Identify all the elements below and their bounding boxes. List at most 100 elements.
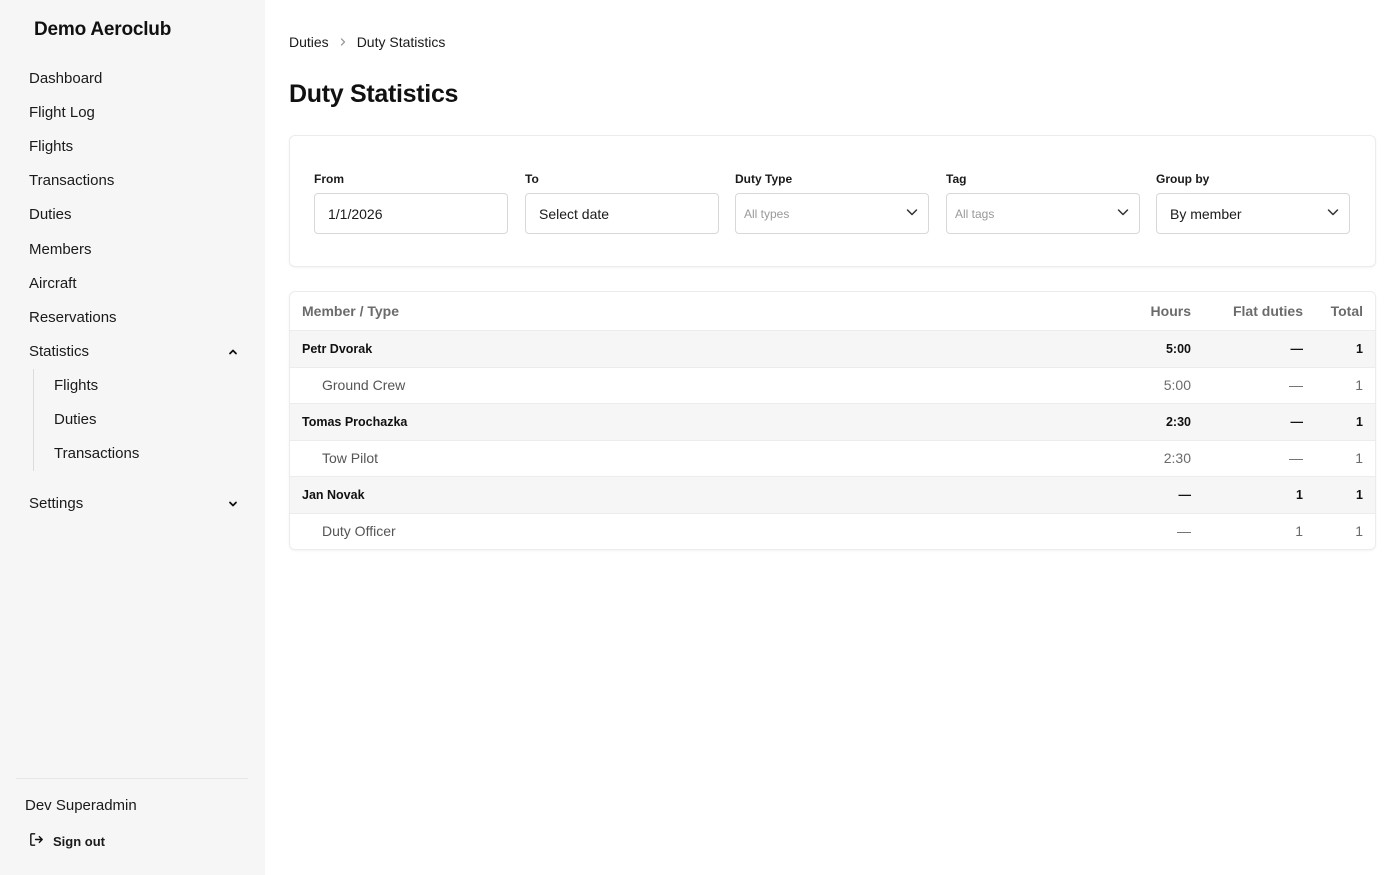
breadcrumb-duties-link[interactable]: Duties (289, 34, 329, 50)
cell-hours: — (1123, 475, 1203, 513)
sidebar-item-label: Reservations (29, 308, 117, 326)
table-row-duty-type: Ground Crew 5:00 — 1 (290, 366, 1375, 403)
sidebar-item-duties[interactable]: Duties (0, 198, 265, 232)
cell-flat-duties: — (1203, 439, 1315, 476)
chevron-down-icon (227, 498, 239, 510)
from-date-input[interactable] (314, 193, 508, 234)
sidebar-item-members[interactable]: Members (0, 232, 265, 266)
chevron-down-icon (905, 205, 919, 222)
sidebar-item-reservations[interactable]: Reservations (0, 300, 265, 334)
sidebar-subitem-flights[interactable]: Flights (34, 369, 265, 403)
cell-hours: 5:00 (1123, 366, 1203, 403)
tag-label: Tag (946, 172, 967, 186)
cell-total: 1 (1315, 402, 1375, 440)
sidebar-item-flight-log[interactable]: Flight Log (0, 95, 265, 129)
sidebar-item-label: Dashboard (29, 69, 103, 87)
from-field: From (314, 172, 508, 234)
from-date-value[interactable] (328, 205, 498, 222)
cell-total: 1 (1315, 475, 1375, 513)
brand-title: Demo Aeroclub (34, 19, 172, 40)
group-by-value: By member (1170, 205, 1242, 222)
sign-out-label: Sign out (53, 833, 105, 849)
sidebar-item-label: Settings (29, 495, 84, 513)
member-name: Jan Novak (290, 475, 1123, 513)
sidebar-item-aircraft[interactable]: Aircraft (0, 266, 265, 300)
sidebar-item-flights[interactable]: Flights (0, 129, 265, 163)
table-row-member-group: Jan Novak — 1 1 (290, 475, 1375, 513)
main-content: Duties Duty Statistics Duty Statistics F… (265, 0, 1400, 875)
statistics-subnav: Flights Duties Transactions (33, 368, 265, 471)
column-header-member-type: Member / Type (302, 302, 399, 319)
table-row-duty-type: Tow Pilot 2:30 — 1 (290, 439, 1375, 476)
cell-flat-duties: — (1203, 366, 1315, 403)
chevron-up-icon (227, 346, 239, 358)
to-label: To (525, 172, 539, 186)
duty-type-name: Duty Officer (290, 512, 1123, 549)
duty-type-label: Duty Type (735, 172, 793, 186)
sidebar-divider (16, 778, 248, 779)
page-title: Duty Statistics (289, 80, 459, 108)
cell-hours: 2:30 (1123, 402, 1203, 440)
member-name: Tomas Prochazka (290, 402, 1123, 440)
from-label: From (314, 172, 344, 186)
duty-type-select[interactable]: All types (735, 193, 929, 234)
column-header-total: Total (1330, 302, 1363, 319)
sidebar-subitem-transactions[interactable]: Transactions (34, 437, 265, 471)
cell-flat-duties: — (1203, 329, 1315, 367)
sidebar-item-dashboard[interactable]: Dashboard (0, 61, 265, 95)
cell-flat-duties: — (1203, 402, 1315, 440)
duty-type-name: Ground Crew (290, 366, 1123, 403)
cell-total: 1 (1315, 512, 1375, 549)
tag-placeholder: All tags (955, 206, 995, 221)
cell-total: 1 (1315, 329, 1375, 367)
member-name: Petr Dvorak (290, 329, 1123, 367)
table-row-member-group: Tomas Prochazka 2:30 — 1 (290, 402, 1375, 440)
sidebar-item-label: Aircraft (29, 274, 77, 292)
sidebar-item-label: Flights (29, 137, 74, 155)
breadcrumb-current: Duty Statistics (356, 34, 446, 50)
cell-total: 1 (1315, 439, 1375, 476)
current-user-name: Dev Superadmin (25, 797, 137, 814)
to-date-value: Select date (539, 205, 610, 222)
sidebar-item-settings[interactable]: Settings (0, 487, 265, 521)
sidebar-subitem-duties[interactable]: Duties (34, 403, 265, 437)
group-by-label: Group by (1156, 172, 1210, 186)
table-row-member-group: Petr Dvorak 5:00 — 1 (290, 329, 1375, 367)
duty-type-field: Duty Type All types (735, 172, 929, 234)
tag-field: Tag All tags (946, 172, 1140, 234)
duty-type-name: Tow Pilot (290, 439, 1123, 476)
sidebar-item-label: Flights (54, 377, 99, 395)
sidebar: Demo Aeroclub Dashboard Flight Log Fligh… (0, 0, 265, 875)
cell-hours: 2:30 (1123, 439, 1203, 476)
cell-total: 1 (1315, 366, 1375, 403)
table-header-row: Member / Type Hours Flat duties Total (290, 292, 1375, 330)
sidebar-item-label: Members (29, 240, 92, 258)
to-field: To Select date (525, 172, 719, 234)
chevron-right-icon (339, 34, 347, 50)
sidebar-item-transactions[interactable]: Transactions (0, 164, 265, 198)
sign-out-button[interactable]: Sign out (28, 831, 105, 851)
sidebar-item-label: Duties (54, 411, 97, 429)
cell-hours: — (1123, 512, 1203, 549)
sidebar-item-label: Transactions (29, 172, 115, 190)
to-date-picker[interactable]: Select date (525, 193, 719, 234)
cell-flat-duties: 1 (1203, 512, 1315, 549)
column-header-flat-duties: Flat duties (1232, 302, 1303, 319)
chevron-down-icon (1326, 205, 1340, 222)
sidebar-item-label: Duties (29, 206, 72, 224)
group-by-field: Group by By member (1156, 172, 1350, 234)
sidebar-item-label: Flight Log (29, 103, 95, 121)
tag-select[interactable]: All tags (946, 193, 1140, 234)
duty-statistics-table: Member / Type Hours Flat duties Total Pe… (289, 291, 1376, 550)
cell-hours: 5:00 (1123, 329, 1203, 367)
sidebar-nav: Dashboard Flight Log Flights Transaction… (0, 61, 265, 521)
sidebar-item-label: Transactions (54, 445, 140, 463)
sidebar-item-statistics[interactable]: Statistics (0, 335, 265, 369)
sidebar-item-label: Statistics (29, 343, 90, 361)
column-header-hours: Hours (1150, 302, 1191, 319)
group-by-select[interactable]: By member (1156, 193, 1350, 234)
duty-type-placeholder: All types (744, 206, 790, 221)
breadcrumb: Duties Duty Statistics (289, 34, 445, 50)
filters-panel: From To Select date Duty Type All types … (289, 135, 1376, 267)
table-row-duty-type: Duty Officer — 1 1 (290, 512, 1375, 549)
